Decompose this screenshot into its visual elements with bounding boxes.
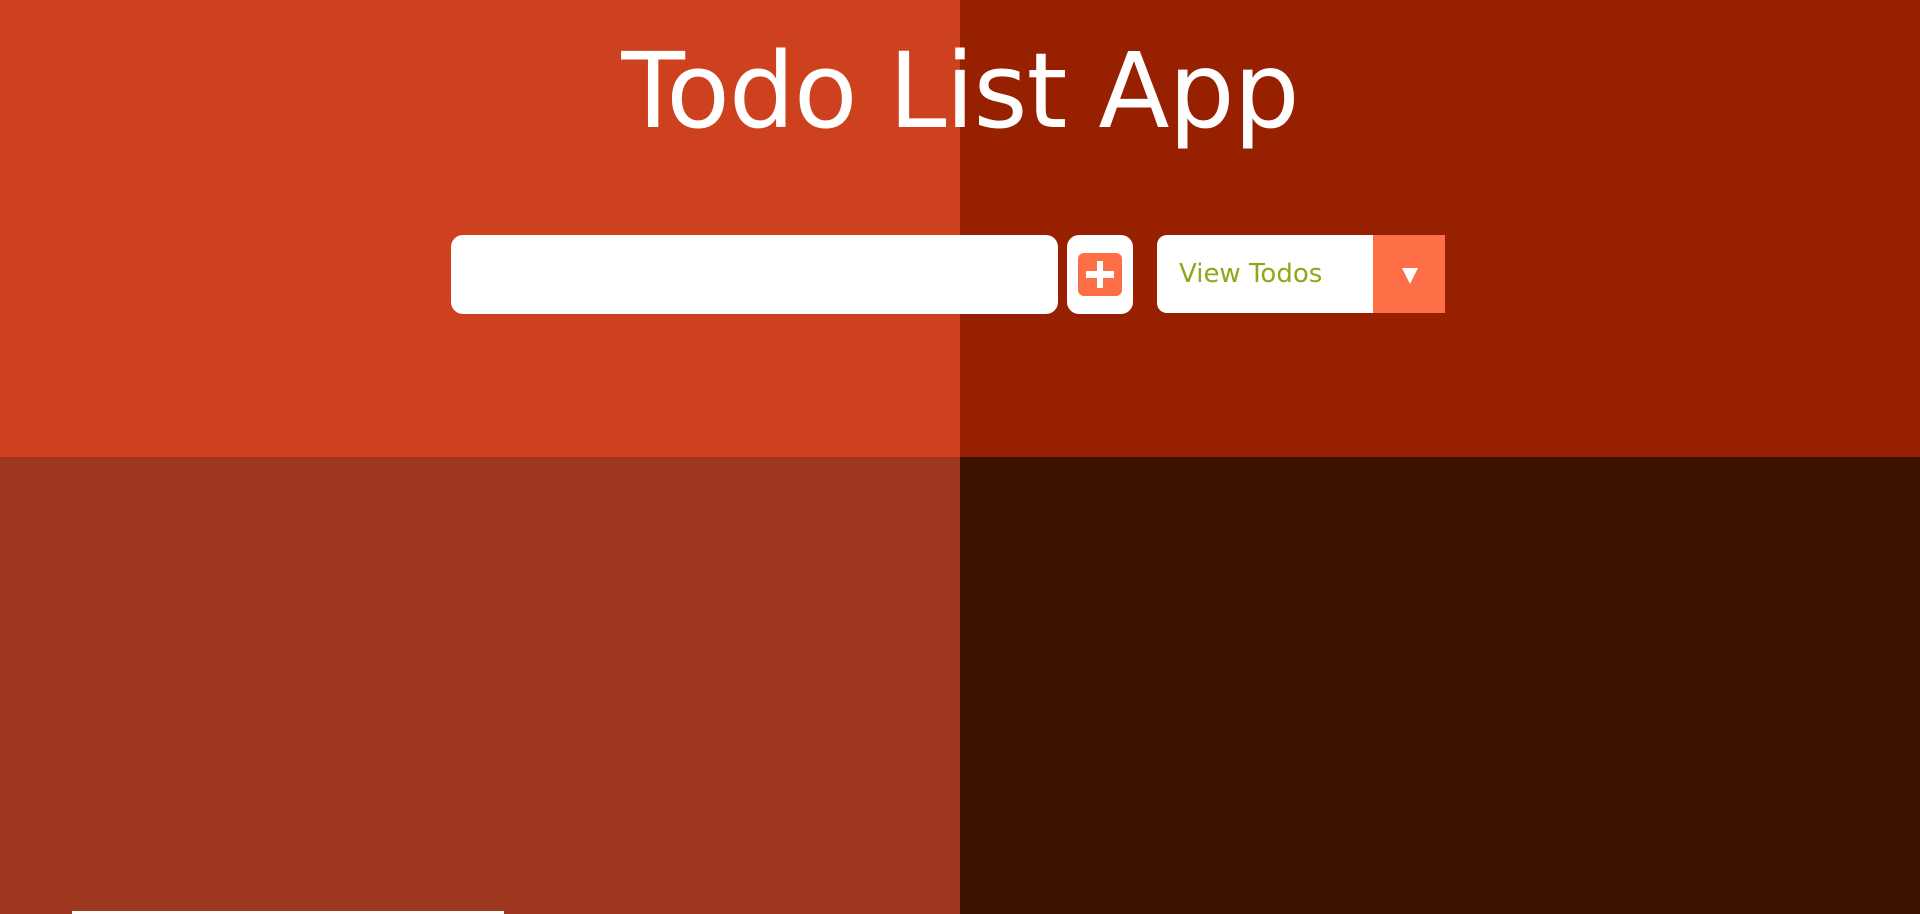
plus-square-icon	[1078, 253, 1122, 296]
todo-input[interactable]	[451, 235, 1058, 314]
chevron-down-icon	[1373, 235, 1445, 313]
background-quadrant-bottom-left	[0, 457, 960, 914]
app-title: Todo List App	[621, 30, 1299, 152]
view-todos-select-label: View Todos	[1179, 259, 1323, 289]
page-background: Todo List App View Todos	[0, 0, 1920, 914]
background-quadrant-bottom-right	[960, 457, 1920, 914]
add-todo-button[interactable]	[1067, 235, 1133, 314]
view-todos-select[interactable]: View Todos	[1157, 235, 1445, 313]
